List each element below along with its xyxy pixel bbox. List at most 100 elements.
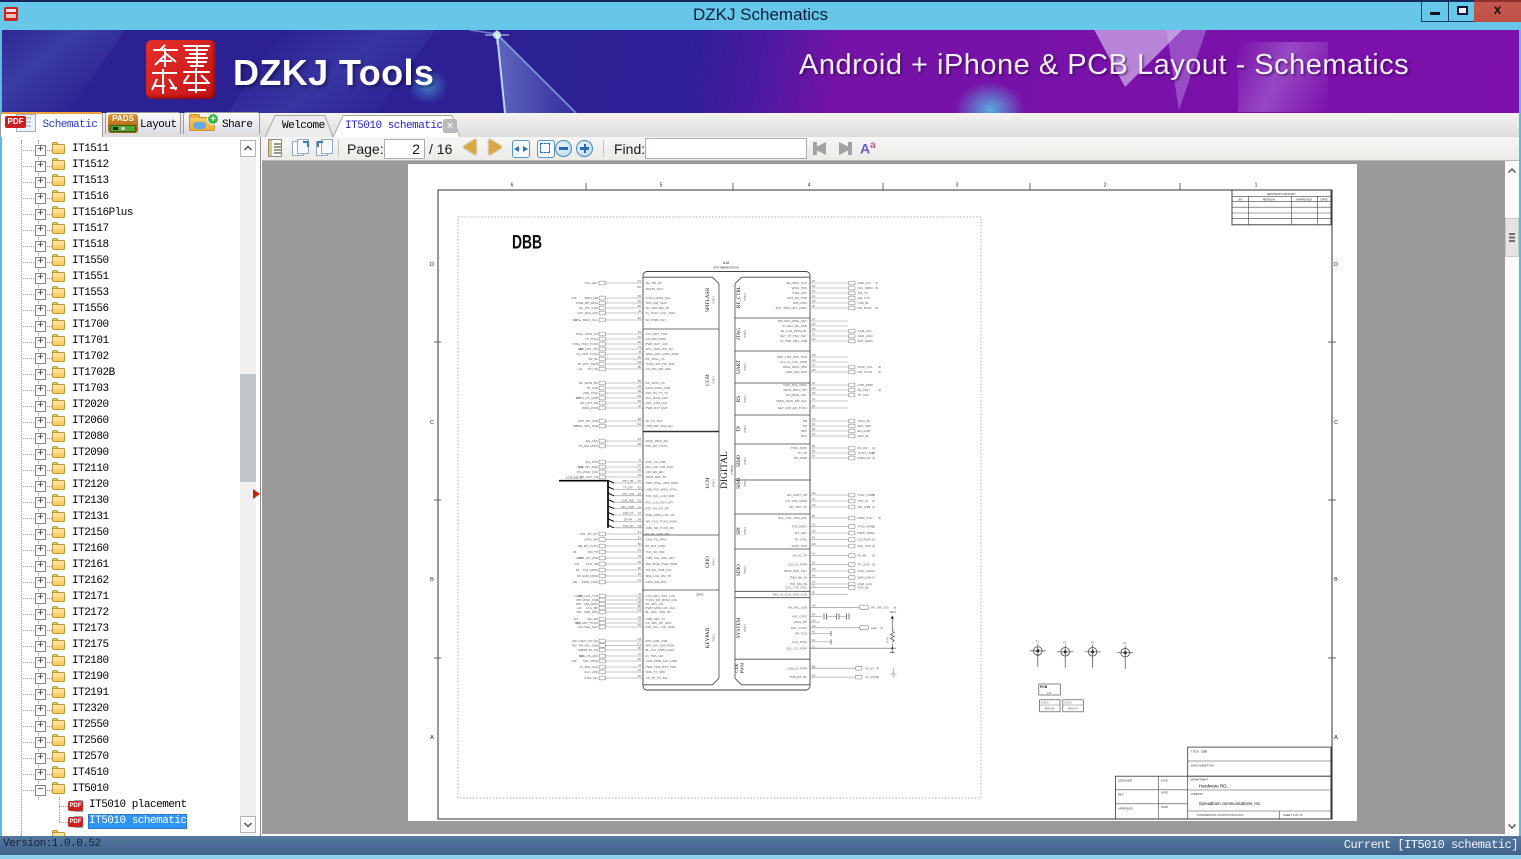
svg-text:IT5010: IT5010	[744, 566, 747, 574]
svg-text:BRD-09: BRD-09	[1068, 707, 1078, 711]
svg-text:CS_VDD_MOSI: CS_VDD_MOSI	[785, 499, 807, 503]
svg-text:G1: G1	[637, 578, 641, 582]
svg-text:H2: H2	[812, 630, 816, 634]
svg-text:VDD_CS_USB: VDD_CS_USB	[646, 460, 666, 464]
svg-text:(9): (9)	[878, 388, 881, 392]
svg-text:JTAG_BL: JTAG_BL	[858, 419, 871, 423]
svg-text:L55: L55	[576, 396, 581, 400]
svg-text:SPI_TCK_TCXO_ROW: SPI_TCK_TCXO_ROW	[646, 520, 678, 524]
svg-text:E7: E7	[812, 279, 816, 283]
svg-text:2: 2	[1104, 183, 1107, 189]
svg-text:GPIO_ROW_VDD: GPIO_ROW_VDD	[646, 386, 671, 390]
svg-text:D4: D4	[812, 491, 816, 495]
svg-text:IT5010: IT5010	[713, 479, 716, 487]
svg-text:B8: B8	[812, 664, 816, 668]
svg-text:K2: K2	[638, 486, 642, 490]
svg-text:(5): (5)	[878, 516, 881, 520]
svg-text:MIC_TDO: MIC_TDO	[858, 544, 872, 548]
svg-text:USB_BL: USB_BL	[858, 301, 870, 305]
svg-text:MIC_COL_DM_TDO: MIC_COL_DM_TDO	[646, 465, 674, 469]
svg-text:D6: D6	[812, 391, 816, 395]
svg-text:G4: G4	[637, 608, 641, 612]
svg-text:XX_IN: XX_IN	[865, 666, 874, 670]
svg-text:SYSTEM: SYSTEM	[736, 617, 742, 638]
svg-text:784: 784	[637, 285, 642, 289]
svg-text:L30: L30	[572, 318, 577, 322]
svg-text:JTAG: JTAG	[736, 328, 742, 341]
svg-text:D7: D7	[638, 479, 642, 483]
svg-text:MOSI_MISO_INT: MOSI_MISO_INT	[783, 388, 807, 392]
svg-text:R60: R60	[576, 602, 581, 606]
svg-text:WDG_GPIO_SPK: WDG_GPIO_SPK	[783, 365, 807, 369]
svg-text:IT5010: IT5010	[744, 293, 747, 301]
svg-text:D8: D8	[638, 657, 642, 661]
svg-text:CMD_CS: CMD_CS	[858, 281, 871, 285]
svg-text:TX_VDD_TCXO: TX_VDD_TCXO	[576, 352, 599, 356]
svg-text:CS_MIC_SPI_SDA: CS_MIC_SPI_SDA	[646, 367, 672, 371]
svg-text:F4: F4	[812, 317, 816, 321]
svg-text:SD_SIM_SIM_TP: SD_SIM_SIM_TP	[646, 306, 670, 310]
svg-text:C49: C49	[578, 465, 583, 469]
svg-text:MIC_LCD_RST_SPI: MIC_LCD_RST_SPI	[646, 500, 674, 504]
svg-text:USB_IO_PWR: USB_IO_PWR	[787, 666, 808, 670]
svg-text:A7: A7	[812, 552, 816, 556]
svg-text:L43: L43	[577, 606, 582, 610]
svg-text:BL_CLK_PWM_CAM: BL_CLK_PWM_CAM	[646, 648, 675, 652]
svg-text:B: B	[430, 577, 434, 583]
svg-text:D9: D9	[638, 394, 642, 398]
svg-text:BRD-09: BRD-09	[1045, 707, 1055, 711]
svg-text:RST_PA_INT_RF: RST_PA_INT_RF	[646, 507, 670, 511]
svg-text:A2: A2	[638, 404, 642, 408]
svg-text:DP_IO_TP: DP_IO_TP	[792, 554, 807, 558]
svg-text:COL_TCK_ADC: COL_TCK_ADC	[785, 586, 808, 590]
svg-text:C85: C85	[573, 424, 578, 428]
svg-text:IT5010: IT5010	[744, 457, 747, 465]
svg-text:DP_ANT_DP: DP_ANT_DP	[580, 401, 598, 405]
svg-text:SPK_SPI_SIM_ROW: SPK_SPI_SIM_ROW	[646, 644, 675, 648]
svg-text:CMD_SDA_MISO: CMD_SDA_MISO	[783, 383, 808, 387]
svg-text:VDD_GPIO_COL_CS: VDD_GPIO_COL_CS	[646, 513, 675, 517]
svg-text:D5: D5	[638, 623, 642, 627]
svg-text:PA_DAT_GPIO: PA_DAT_GPIO	[646, 544, 667, 548]
svg-text:GND_MOSI: GND_MOSI	[582, 574, 598, 578]
svg-text:K8: K8	[812, 613, 816, 617]
svg-text:MOSI_SPK_ANT: MOSI_SPK_ANT	[784, 569, 807, 573]
svg-text:DM_TCXO: DM_TCXO	[858, 370, 873, 374]
svg-text:SCL_CS_ROW: SCL_CS_ROW	[786, 646, 807, 650]
svg-text:PWM_XTAL: PWM_XTAL	[582, 580, 599, 584]
svg-text:1: 1	[1255, 183, 1258, 189]
svg-text:PCB: PCB	[1040, 685, 1048, 689]
svg-text:G4: G4	[812, 358, 816, 362]
svg-text:WDG_DM: WDG_DM	[858, 576, 872, 580]
svg-text:G3: G3	[637, 637, 641, 641]
svg-text:A: A	[430, 735, 434, 741]
svg-text:H5: H5	[812, 503, 816, 507]
svg-text:H5: H5	[812, 386, 816, 390]
svg-text:BL_ADC_VDD_RX: BL_ADC_VDD_RX	[646, 610, 672, 614]
svg-text:MOSI_ROW_SPI_SCL: MOSI_ROW_SPI_SCL	[776, 399, 807, 403]
svg-text:IT5010: IT5010	[744, 425, 747, 433]
svg-text:EN_TMS: EN_TMS	[586, 460, 598, 464]
svg-text:IT5010: IT5010	[744, 363, 747, 371]
svg-text:BL_LCD_MOSI_BL: BL_LCD_MOSI_BL	[781, 329, 807, 333]
svg-text:R50: R50	[572, 644, 577, 648]
svg-text:SD_MISO_COL: SD_MISO_COL	[786, 393, 808, 397]
svg-text:KEYPAD: KEYPAD	[705, 627, 711, 648]
svg-text:TP_COL: TP_COL	[858, 393, 870, 397]
svg-text:(2): (2)	[872, 538, 875, 542]
svg-text:(3): (3)	[872, 499, 875, 503]
svg-text:COMPANY: COMPANY	[1191, 792, 1204, 796]
svg-text:D1: D1	[638, 668, 642, 672]
svg-text:ANT_LCD: ANT_LCD	[622, 492, 634, 496]
svg-text:SDIO: SDIO	[736, 564, 742, 576]
svg-text:LCD_EN_EN: LCD_EN_EN	[646, 470, 664, 474]
svg-text:LOGO: LOGO	[1064, 701, 1072, 705]
svg-text:CAM_TX_JTAG: CAM_TX_JTAG	[646, 538, 668, 542]
svg-text:DATE: DATE	[1320, 197, 1327, 201]
svg-text:SPK: SPK	[801, 429, 807, 433]
svg-text:DM_TX: DM_TX	[588, 550, 598, 554]
svg-text:DESIGNER: DESIGNER	[1118, 779, 1132, 783]
svg-text:D9: D9	[638, 294, 642, 298]
svg-text:JTAG_KEY: JTAG_KEY	[583, 625, 598, 629]
svg-text:PWR_RST_DAT: PWR_RST_DAT	[646, 406, 668, 410]
